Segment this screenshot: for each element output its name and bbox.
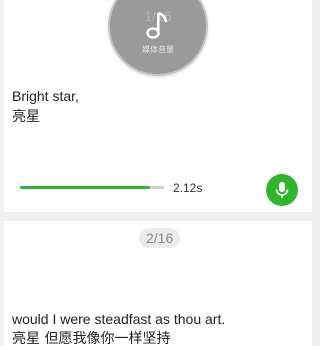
microphone-icon (275, 182, 289, 198)
sentence-chinese: 亮星 (12, 109, 40, 125)
media-volume-label: 媒体音量 (142, 45, 174, 54)
sentence-english: Bright star, (12, 88, 79, 104)
music-note-icon (146, 11, 168, 39)
recording-progress-fill (20, 186, 150, 189)
sentence-card: 2/16 would I were steadfast as thou art.… (4, 221, 312, 346)
sentence-list: 1/16 Bright star, 亮星 2.12s 2/16 would I … (0, 0, 316, 346)
record-button[interactable] (266, 174, 298, 206)
sentence-chinese: 亮星 但愿我像你一样坚持 (12, 331, 171, 346)
recording-duration: 2.12s (173, 181, 203, 195)
page-indicator: 2/16 (139, 228, 181, 248)
recording-progress-bar (20, 186, 164, 189)
sentence-english: would I were steadfast as thou art. (12, 311, 226, 327)
